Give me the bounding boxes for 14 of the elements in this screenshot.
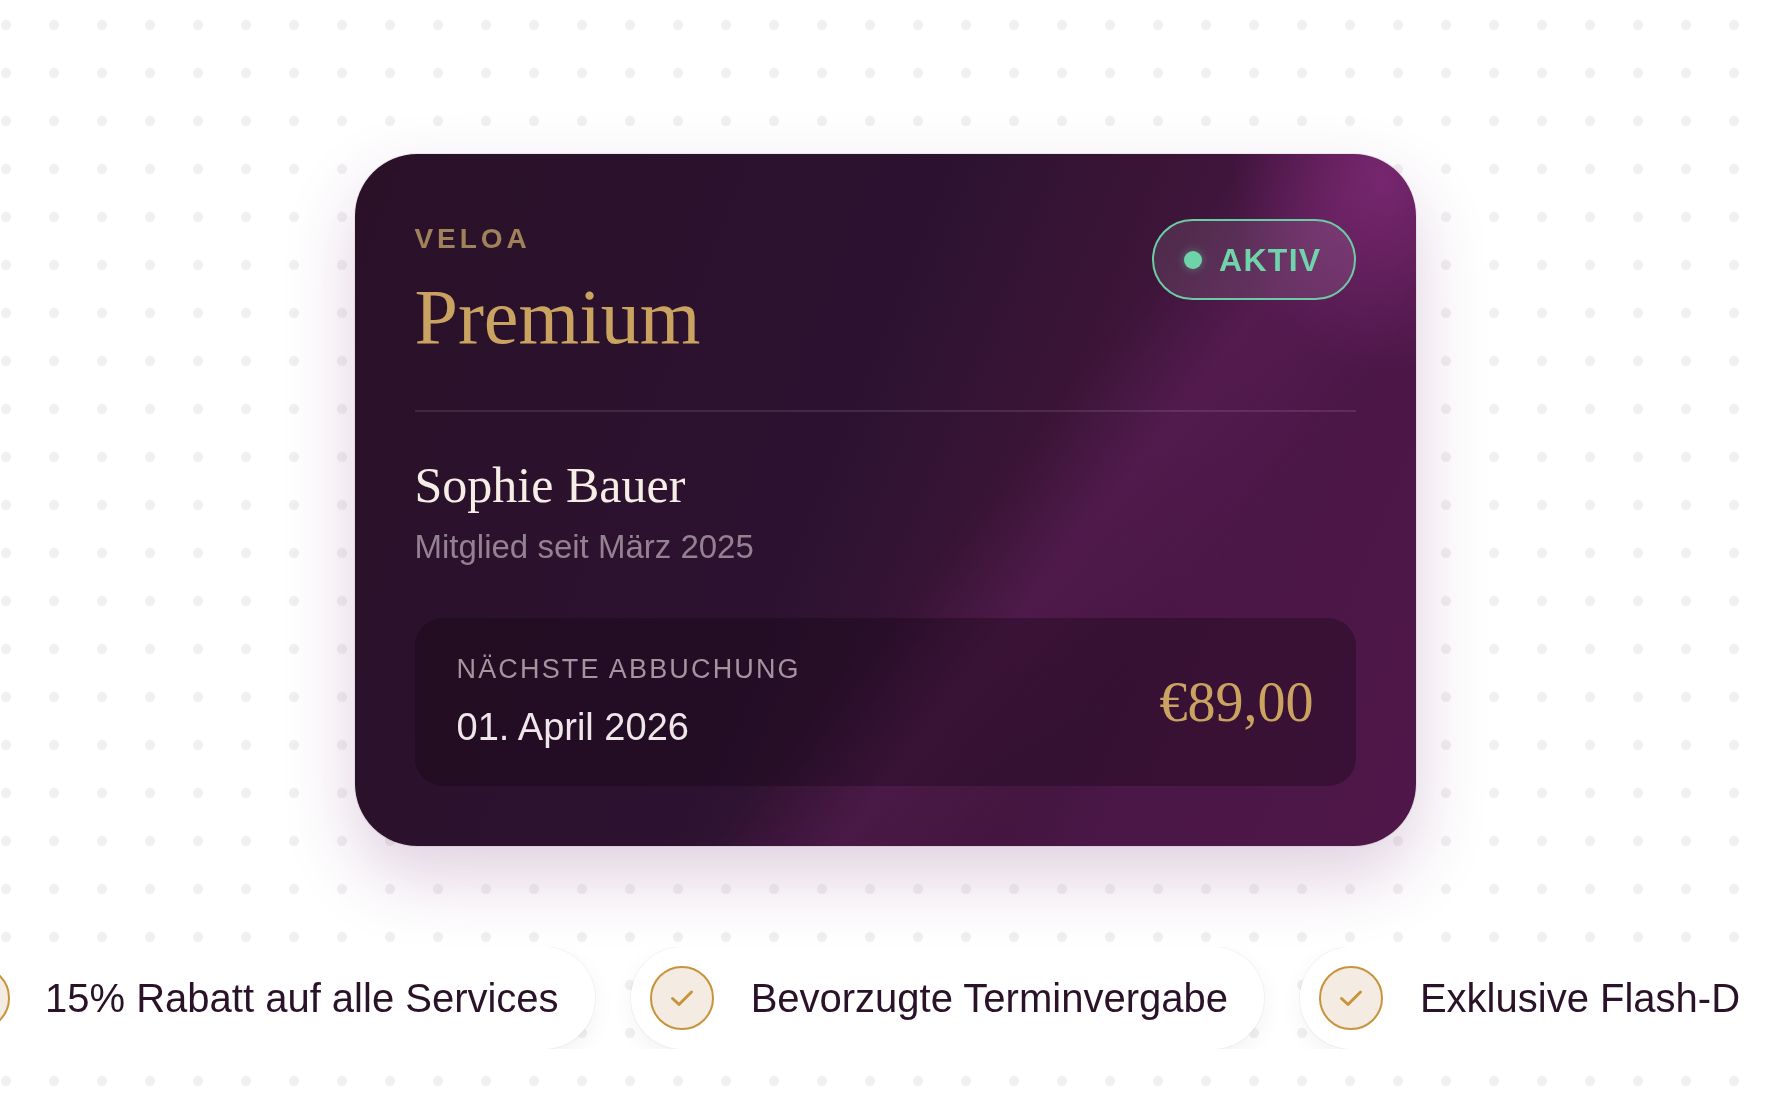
- status-dot-icon: [1184, 250, 1203, 269]
- member-since-text: Mitglied seit März 2025: [414, 526, 754, 567]
- check-circle-icon: [1318, 966, 1383, 1031]
- billing-amount: €89,00: [1159, 673, 1314, 730]
- plan-title: Premium: [414, 277, 701, 356]
- benefit-text: 15% Rabatt auf alle Services: [45, 975, 559, 1023]
- benefit-text: Exklusive Flash-D: [1419, 975, 1740, 1023]
- member-name: Sophie Bauer: [414, 455, 686, 515]
- billing-date: 01. April 2026: [456, 704, 689, 750]
- status-text: AKTIV: [1219, 243, 1322, 276]
- benefit-text: Bevorzugte Terminvergabe: [750, 975, 1228, 1023]
- brand-label: VELOA: [414, 222, 531, 256]
- billing-label: NÄCHSTE ABBUCHUNG: [456, 653, 801, 686]
- check-circle-icon: [649, 966, 714, 1031]
